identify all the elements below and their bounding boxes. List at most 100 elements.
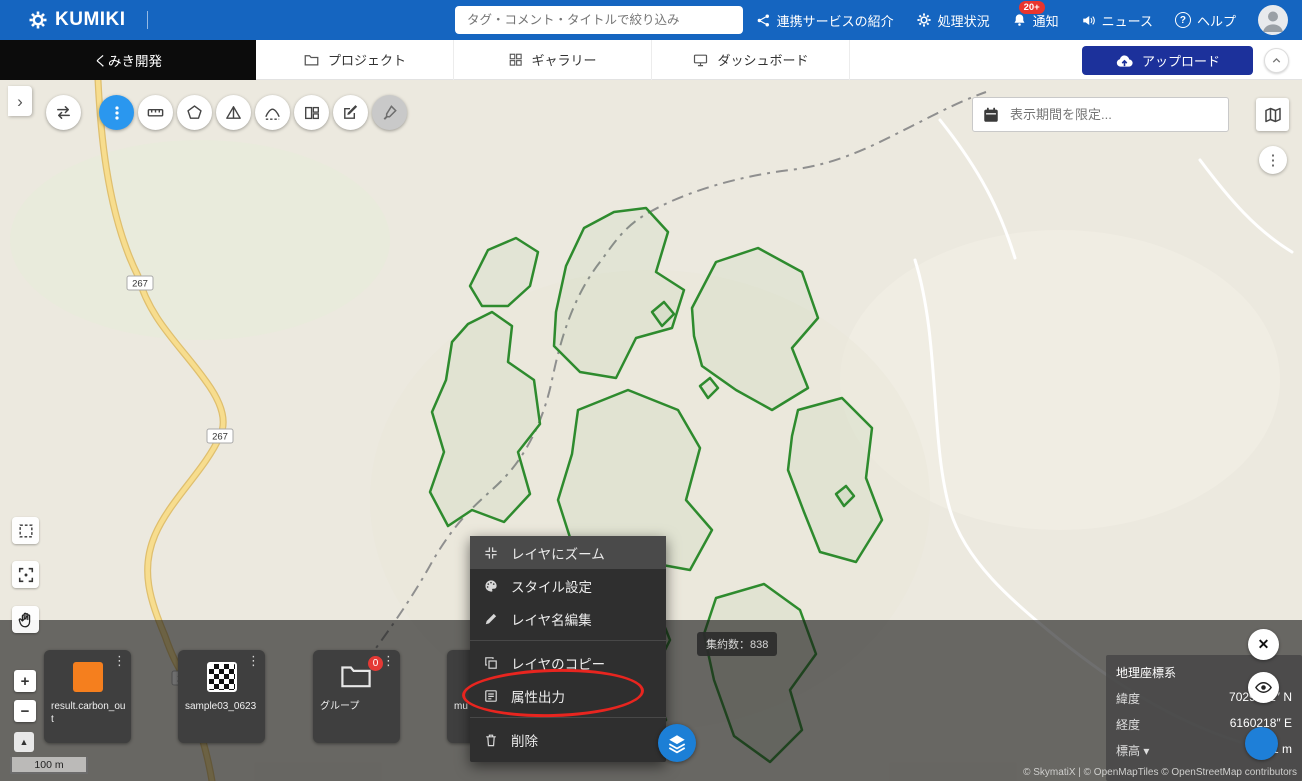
basemap-style-button[interactable] [1256, 98, 1289, 131]
layer-card-group[interactable]: ⋮ 0 グループ [313, 650, 400, 743]
layer-card-sample03[interactable]: ⋮ sample03_0623 [178, 650, 265, 743]
trash-icon [483, 732, 499, 748]
menu-item-copy-layer[interactable]: レイヤのコピー [470, 646, 666, 679]
area-select-button[interactable] [12, 517, 39, 544]
edit-pencil-icon [341, 103, 360, 122]
nav-help-label: ヘルプ [1197, 11, 1236, 30]
palette-icon [483, 578, 499, 594]
hill-icon [263, 103, 282, 122]
upload-label: アップロード [1142, 51, 1220, 70]
notifications-badge: 20+ [1019, 1, 1045, 14]
tab-dashboard[interactable]: ダッシュボード [652, 40, 850, 80]
pencil-icon [483, 611, 499, 627]
tab-dashboard-label: ダッシュボード [717, 50, 808, 69]
expand-side-panel-button[interactable]: › [8, 86, 32, 116]
zoom-to-layer-icon [483, 545, 499, 561]
copy-icon [483, 655, 499, 671]
north-arrow-button[interactable]: ▲ [14, 732, 34, 752]
tab-gallery-label: ギャラリー [531, 50, 596, 69]
road-badge: 267 [207, 429, 233, 443]
nav-status-label: 処理状況 [938, 11, 990, 30]
nav-news[interactable]: ニュース [1081, 11, 1153, 30]
person-icon [1258, 5, 1288, 35]
layer-thumbnail [207, 662, 237, 692]
paint-tool-button [372, 95, 407, 130]
nav-services[interactable]: 連携サービスの紹介 [756, 11, 894, 30]
brand-name: KUMIKI [55, 9, 126, 31]
menu-item-label: レイヤ名編集 [511, 609, 592, 629]
chevron-up-icon [1270, 54, 1283, 67]
calendar-icon [982, 106, 1000, 124]
slope-tool-button[interactable] [216, 95, 251, 130]
visibility-button[interactable] [1248, 672, 1279, 703]
tab-projects[interactable]: プロジェクト [256, 40, 454, 80]
speaker-icon [1081, 13, 1096, 28]
tab-workspace[interactable]: くみき開発 [0, 40, 256, 80]
nav-processing-status[interactable]: 処理状況 [916, 11, 990, 30]
layout-grid-icon [303, 104, 321, 122]
card-menu-icon[interactable]: ⋮ [113, 653, 126, 669]
panel-menu-button[interactable] [1245, 727, 1278, 760]
date-range-input[interactable] [1008, 106, 1219, 123]
more-tools-button[interactable] [99, 95, 134, 130]
brand[interactable]: KUMIKI [0, 9, 148, 31]
ruler-icon [146, 103, 165, 122]
polygon-tool-button[interactable] [177, 95, 212, 130]
nav-help[interactable]: ? ヘルプ [1175, 11, 1236, 30]
map-toolbar [46, 95, 407, 130]
header-nav: 連携サービスの紹介 処理状況 [756, 5, 1302, 35]
workspace-label: くみき開発 [94, 50, 162, 70]
map-icon [1263, 105, 1283, 125]
map-area: 267 267 267 › [0, 80, 1302, 781]
tab-gallery[interactable]: ギャラリー [454, 40, 652, 80]
help-icon: ? [1175, 12, 1191, 28]
brand-gear-icon [28, 10, 48, 30]
card-menu-icon[interactable]: ⋮ [382, 653, 395, 669]
collage-tool-button[interactable] [294, 95, 329, 130]
pan-hand-button[interactable] [12, 606, 39, 633]
measure-tool-button[interactable] [138, 95, 173, 130]
upload-button[interactable]: アップロード [1082, 46, 1253, 75]
swap-tool-button[interactable] [46, 95, 81, 130]
menu-item-style-settings[interactable]: スタイル設定 [470, 569, 666, 602]
pentagon-icon [185, 103, 204, 122]
edit-tool-button[interactable] [333, 95, 368, 130]
global-search [455, 6, 743, 34]
close-panel-button[interactable]: ✕ [1248, 629, 1279, 660]
bell-icon [1012, 12, 1027, 28]
search-input[interactable] [455, 13, 743, 27]
zoom-out-button[interactable]: − [14, 700, 36, 722]
coords-label: 経度 [1116, 716, 1140, 733]
layer-thumbnail [73, 662, 103, 692]
terrain-tool-button[interactable] [255, 95, 290, 130]
card-menu-icon[interactable]: ⋮ [247, 653, 260, 669]
brush-icon [380, 103, 399, 122]
collapse-toolbar-button[interactable] [1264, 48, 1289, 73]
folder-icon [303, 52, 320, 67]
scale-label: 100 m [34, 759, 63, 771]
menu-item-zoom-to-layer[interactable]: レイヤにズーム [470, 536, 666, 569]
swap-arrows-icon [54, 103, 73, 122]
svg-text:267: 267 [132, 279, 148, 290]
brand-divider [147, 11, 148, 29]
north-arrow-icon: ▲ [20, 737, 29, 747]
map-more-button[interactable]: ⋮ [1259, 146, 1287, 174]
menu-item-rename-layer[interactable]: レイヤ名編集 [470, 602, 666, 635]
layers-cluster-button[interactable] [658, 724, 696, 762]
group-count-badge: 0 [368, 656, 383, 671]
menu-item-delete-layer[interactable]: 削除 [470, 723, 666, 756]
menu-item-label: 属性出力 [511, 686, 565, 706]
dashed-select-icon [17, 522, 35, 540]
date-filter [972, 97, 1229, 132]
zoom-in-button[interactable]: + [14, 670, 36, 692]
focus-extent-button[interactable] [12, 561, 39, 588]
coords-label[interactable]: 標高 ▾ [1116, 742, 1149, 759]
layers-stack-icon [666, 732, 688, 754]
nav-notifications[interactable]: 20+ 通知 [1012, 11, 1059, 30]
layer-card-result-carbon-out[interactable]: ⋮ result.carbon_out [44, 650, 131, 743]
gear-icon [916, 12, 932, 28]
scale-bar: 100 m [10, 757, 88, 774]
avatar[interactable] [1258, 5, 1288, 35]
layer-card-label: グループ [320, 700, 396, 713]
menu-item-export-attributes[interactable]: 属性出力 [470, 679, 666, 712]
